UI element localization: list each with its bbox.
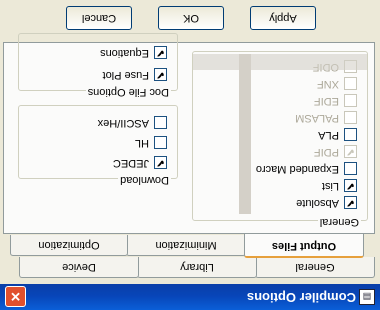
checkbox-box[interactable]: ✔: [154, 156, 167, 169]
tab-library[interactable]: Library: [137, 257, 257, 278]
checkbox-label: List: [321, 180, 339, 192]
tab-label: Optimization: [38, 239, 100, 251]
checkbox-label: Fuse Plot: [102, 69, 149, 81]
checkbox-label: Expanded Macro: [255, 163, 339, 175]
checkbox-box[interactable]: [344, 77, 357, 90]
apply-button[interactable]: Apply: [250, 6, 316, 30]
compiler-options-window: ▤ Compiler Options ✕ General Library Dev…: [0, 0, 380, 310]
tab-minimization[interactable]: Minimization: [126, 235, 246, 256]
checkbox-box[interactable]: [344, 128, 357, 141]
cancel-button[interactable]: Cancel: [66, 6, 132, 30]
tab-label: Library: [180, 261, 214, 273]
ok-button[interactable]: OK: [158, 6, 224, 30]
tab-label: Output Files: [271, 240, 337, 252]
checkbox-label: JEDEC: [112, 157, 149, 169]
download-group-title: Download: [118, 174, 171, 186]
checkbox-label: HL: [134, 137, 149, 149]
doc-file-options-title: Doc File Options: [85, 86, 171, 98]
tab-label: Minimization: [155, 239, 217, 251]
checkbox-box[interactable]: [344, 111, 357, 124]
tab-device[interactable]: Device: [19, 257, 139, 278]
checkbox-box[interactable]: [344, 94, 357, 107]
checkbox-box[interactable]: [154, 116, 167, 129]
checkbox-label: PLA: [318, 129, 339, 141]
checkbox-label: Equations: [100, 47, 149, 59]
checkbox-label: PDIF: [313, 146, 339, 158]
checkbox-box[interactable]: [344, 162, 357, 175]
tab-general[interactable]: General: [255, 257, 375, 278]
tab-label: Device: [62, 261, 96, 273]
general-group-title: General: [317, 216, 361, 228]
gray-footer: [193, 54, 367, 70]
tab-output-files[interactable]: Output Files: [244, 234, 364, 258]
checkbox-box[interactable]: ✔: [344, 179, 357, 192]
scroll-region: [239, 54, 251, 214]
general-group: General ✔ Absolute ✔ List Expanded Macro ✔…: [192, 51, 368, 228]
checkbox-box[interactable]: [154, 136, 167, 149]
title-bar[interactable]: ▤ Compiler Options ✕: [0, 284, 380, 310]
checkbox-box[interactable]: ✔: [344, 196, 357, 209]
checkbox-box[interactable]: ✔: [154, 46, 167, 59]
checkbox-box[interactable]: ✔: [344, 145, 357, 158]
window-title: Compiler Options: [246, 290, 356, 305]
checkbox-label: EDIF: [313, 95, 339, 107]
tab-label: General: [295, 261, 335, 273]
checkbox-label: PALASM: [295, 112, 339, 124]
checkbox-label: ASCII/Hex: [97, 117, 149, 129]
checkbox-label: XNF: [317, 78, 339, 90]
checkbox-box[interactable]: ✔: [154, 68, 167, 81]
app-icon: ▤: [359, 289, 375, 305]
doc-file-options-group: Doc File Options ✔ Fuse Plot ✔ Equations: [18, 33, 178, 98]
tab-optimization[interactable]: Optimization: [10, 235, 128, 256]
checkbox-label: Absolute: [296, 197, 339, 209]
close-icon[interactable]: ✕: [5, 286, 26, 307]
output-files-panel: General ✔ Absolute ✔ List Expanded Macro ✔…: [3, 33, 375, 234]
download-group: Download ✔ JEDEC HL ASCII/Hex: [18, 105, 178, 186]
